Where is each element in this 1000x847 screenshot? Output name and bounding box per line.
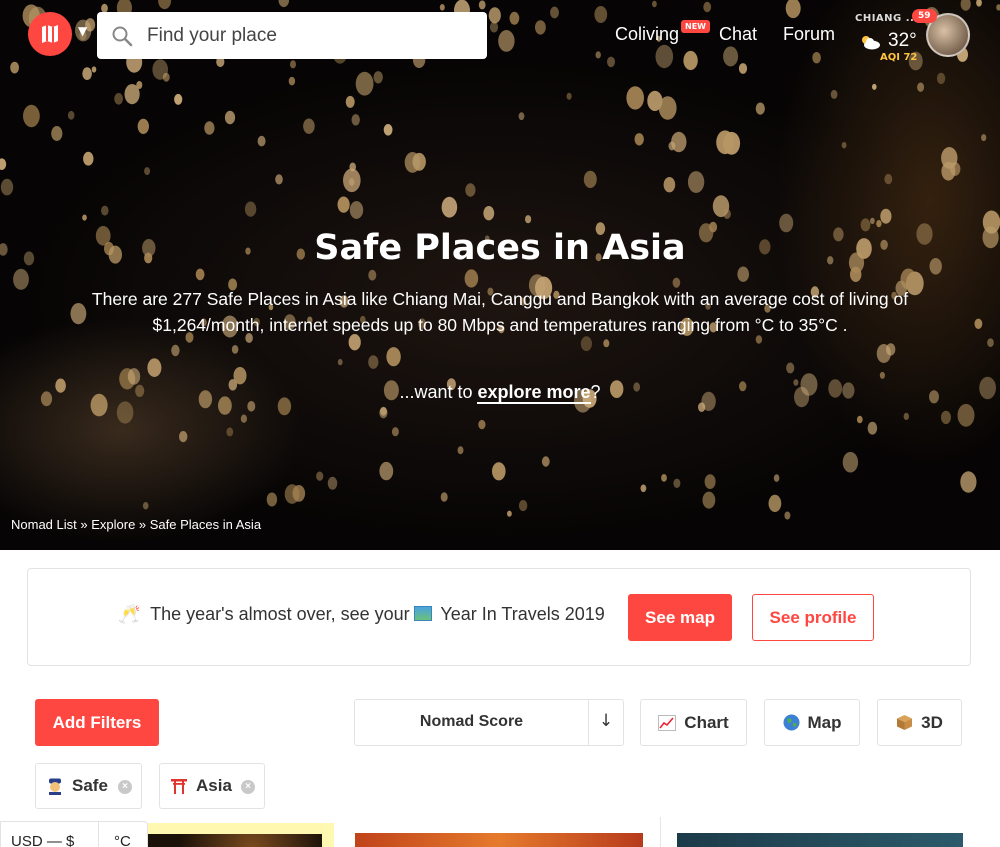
new-badge: NEW (681, 20, 710, 33)
breadcrumb-separator: » (76, 517, 92, 532)
column-divider (660, 817, 661, 847)
temperature-unit-selector[interactable]: °C (114, 833, 131, 847)
year-in-travels-banner: 🥂 The year's almost over, see your Year … (27, 568, 971, 666)
city-card[interactable] (355, 833, 643, 847)
breadcrumb-separator: » (135, 517, 150, 532)
preferences-bar: USD — $ °C (0, 821, 148, 847)
chart-icon (658, 714, 677, 731)
filter-tag-label: Asia (196, 776, 232, 795)
view-3d-button[interactable]: 3D (877, 699, 962, 746)
top-bar: ▼ Coliving NEW Chat Forum CHIANG ... 32°… (0, 0, 1000, 70)
weather-city: CHIANG ... (855, 13, 919, 24)
view-map-label: Map (807, 712, 842, 732)
champagne-icon: 🥂 (118, 604, 141, 624)
view-3d-label: 3D (921, 712, 943, 732)
city-card-image (148, 834, 322, 847)
see-profile-button[interactable]: See profile (752, 594, 874, 641)
globe-icon (783, 714, 799, 731)
see-map-button[interactable]: See map (628, 594, 732, 641)
view-chart-label: Chart (684, 712, 729, 732)
prefs-divider (98, 822, 99, 847)
hero-overlay (0, 0, 1000, 550)
breadcrumb-item-home[interactable]: Nomad List (11, 517, 77, 532)
world-map-icon (413, 606, 432, 621)
city-card[interactable] (148, 823, 334, 847)
explore-suffix: ? (590, 382, 601, 402)
nav-chat[interactable]: Chat (719, 24, 757, 45)
banner-text: 🥂 The year's almost over, see your Year … (118, 604, 605, 625)
city-card[interactable] (677, 833, 963, 847)
nav-forum[interactable]: Forum (783, 24, 835, 45)
explore-more-link[interactable]: explore more (477, 382, 591, 404)
notification-badge: 59 (912, 9, 937, 23)
package-icon (897, 715, 913, 730)
weather-aqi: AQI 72 (880, 52, 918, 63)
add-filters-button[interactable]: Add Filters (35, 699, 159, 746)
search-input[interactable] (147, 24, 467, 47)
sort-dropdown[interactable]: Nomad Score ↓ (354, 699, 624, 746)
banner-text-2: Year In Travels 2019 (440, 604, 605, 624)
explore-prefix: ...want to (399, 382, 478, 402)
filter-tag-label: Safe (72, 776, 108, 795)
currency-selector[interactable]: USD — $ (11, 833, 74, 847)
hero-description: There are 277 Safe Places in Asia like C… (91, 289, 909, 335)
search-icon (112, 26, 133, 46)
nomad-list-logo[interactable] (28, 12, 72, 56)
breadcrumb-item-explore[interactable]: Explore (91, 517, 135, 532)
breadcrumb-item-current[interactable]: Safe Places in Asia (150, 517, 261, 532)
view-chart-button[interactable]: Chart (640, 699, 747, 746)
police-officer-icon (49, 778, 61, 795)
nav-coliving[interactable]: Coliving (615, 24, 679, 45)
page-title: Safe Places in Asia (314, 228, 686, 268)
search-box[interactable] (97, 12, 487, 59)
sort-direction-icon[interactable]: ↓ (588, 711, 624, 731)
partly-cloudy-icon (862, 36, 880, 50)
breadcrumb: Nomad List » Explore » Safe Places in As… (11, 517, 261, 532)
banner-text-1: The year's almost over, see your (150, 604, 410, 624)
view-map-button[interactable]: Map (764, 699, 860, 746)
sort-label: Nomad Score (419, 713, 524, 730)
filter-tag-asia[interactable]: Asia × (159, 763, 265, 809)
hero-section: ▼ Coliving NEW Chat Forum CHIANG ... 32°… (0, 0, 1000, 550)
filter-tag-safe[interactable]: Safe × (35, 763, 142, 809)
remove-filter-icon[interactable]: × (241, 780, 255, 794)
weather-temp: 32° (888, 30, 917, 51)
remove-filter-icon[interactable]: × (118, 780, 132, 794)
chevron-down-icon[interactable]: ▼ (78, 24, 87, 38)
torii-gate-icon (171, 779, 187, 794)
map-logo-icon (42, 25, 58, 43)
explore-prompt: ...want to explore more? (0, 382, 1000, 404)
